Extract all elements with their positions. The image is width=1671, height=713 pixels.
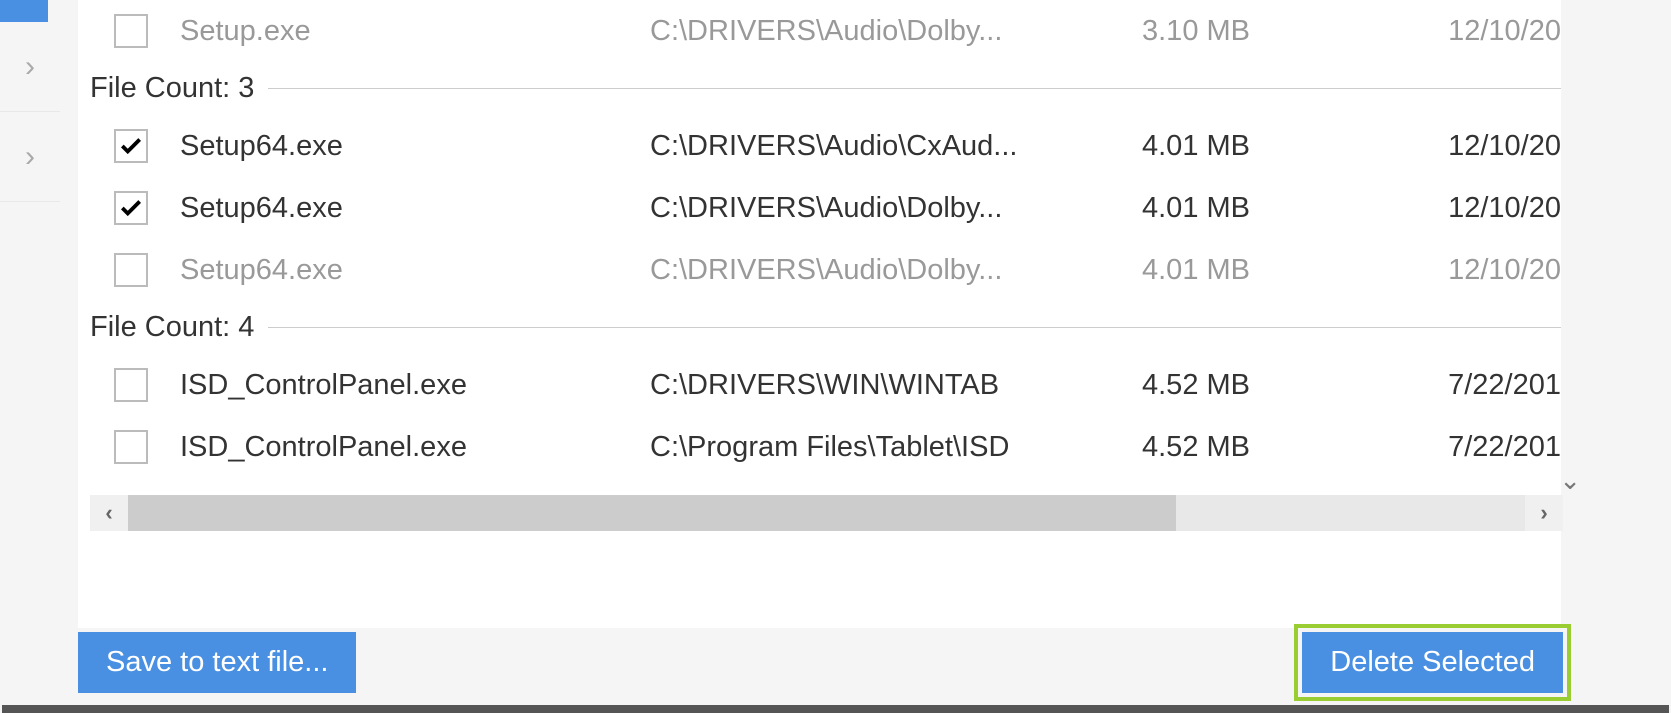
save-to-text-button[interactable]: Save to text file... [78,632,356,693]
sidebar-chevron-1[interactable]: › [0,22,60,112]
group-header-label: File Count: 4 [90,311,268,344]
group-header-label: File Count: 3 [90,72,268,105]
scrollbar-track[interactable] [128,495,1525,531]
file-path: C:\DRIVERS\Audio\Dolby... [650,254,1110,287]
footer: Save to text file... Delete Selected [78,627,1571,697]
file-path: C:\DRIVERS\Audio\Dolby... [650,192,1110,225]
file-checkbox[interactable] [114,430,148,464]
scroll-right-arrow[interactable]: › [1525,495,1563,531]
file-date: 7/22/201 [1270,369,1561,402]
file-date: 12/10/20 [1270,254,1561,287]
group-header-line [268,327,1561,328]
file-size: 4.01 MB [1110,254,1270,287]
left-rail: › › [0,0,60,260]
horizontal-scrollbar[interactable]: ‹ › [90,495,1563,531]
file-path: C:\DRIVERS\Audio\CxAud... [650,130,1110,163]
file-row[interactable]: ISD_ControlPanel.exeC:\DRIVERS\WIN\WINTA… [78,354,1561,416]
group-header: File Count: 4 [78,301,1561,354]
file-size: 4.01 MB [1110,130,1270,163]
file-checkbox[interactable] [114,253,148,287]
sidebar-chevron-2[interactable]: › [0,112,60,202]
file-name: Setup64.exe [180,192,650,225]
scroll-left-arrow[interactable]: ‹ [90,495,128,531]
scrollbar-thumb[interactable] [128,495,1176,531]
shadow-divider [2,705,1669,713]
file-date: 12/10/20 [1270,15,1561,48]
file-name: ISD_ControlPanel.exe [180,431,650,464]
file-date: 12/10/20 [1270,130,1561,163]
file-name: Setup64.exe [180,130,650,163]
file-name: Setup64.exe [180,254,650,287]
file-size: 4.52 MB [1110,431,1270,464]
file-size: 4.01 MB [1110,192,1270,225]
delete-selected-highlight: Delete Selected [1294,624,1571,701]
file-checkbox[interactable] [114,129,148,163]
file-path: C:\DRIVERS\WIN\WINTAB [650,369,1110,402]
file-row[interactable]: Setup64.exeC:\DRIVERS\Audio\CxAud...4.01… [78,115,1561,177]
file-checkbox[interactable] [114,14,148,48]
file-row[interactable]: Setup64.exeC:\DRIVERS\Audio\Dolby...4.01… [78,177,1561,239]
file-date: 7/22/201 [1270,431,1561,464]
group-header-line [268,88,1561,89]
file-row[interactable]: ISD_ControlPanel.exeC:\Program Files\Tab… [78,416,1561,478]
file-checkbox[interactable] [114,191,148,225]
delete-selected-button[interactable]: Delete Selected [1302,632,1563,693]
file-path: C:\DRIVERS\Audio\Dolby... [650,15,1110,48]
file-size: 3.10 MB [1110,15,1270,48]
active-tab-indicator [0,0,48,22]
file-name: ISD_ControlPanel.exe [180,369,650,402]
group-header: File Count: 3 [78,62,1561,115]
file-size: 4.52 MB [1110,369,1270,402]
file-date: 12/10/20 [1270,192,1561,225]
scroll-down-arrow[interactable]: ⌄ [1559,465,1581,496]
file-list: Setup.exeC:\DRIVERS\Audio\Dolby...3.10 M… [78,0,1561,628]
file-path: C:\Program Files\Tablet\ISD [650,431,1110,464]
file-checkbox[interactable] [114,368,148,402]
file-row[interactable]: Setup64.exeC:\DRIVERS\Audio\Dolby...4.01… [78,239,1561,301]
file-row[interactable]: Setup.exeC:\DRIVERS\Audio\Dolby...3.10 M… [78,0,1561,62]
file-name: Setup.exe [180,15,650,48]
